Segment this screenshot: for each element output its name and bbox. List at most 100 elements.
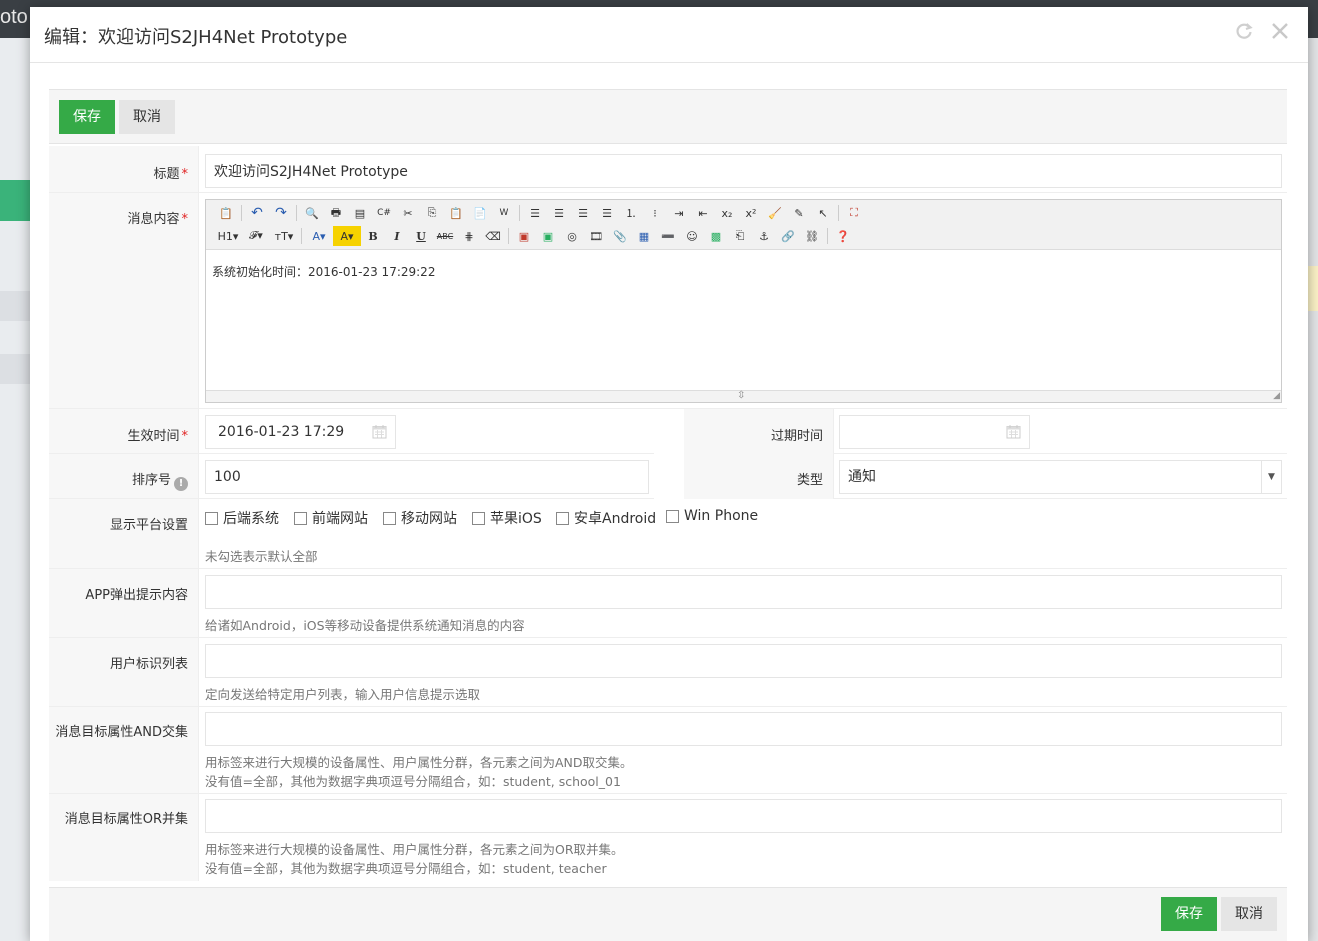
strikethrough-icon[interactable]: ABC <box>433 226 457 246</box>
redo-icon[interactable]: ↷ <box>269 203 293 223</box>
paste-text-icon[interactable]: 📄 <box>468 203 492 223</box>
user-list-input[interactable] <box>205 644 1282 678</box>
checkbox[interactable] <box>294 511 307 525</box>
info-icon[interactable]: ! <box>174 477 188 491</box>
chevron-down-icon[interactable]: ▼ <box>1261 461 1281 493</box>
checkbox[interactable] <box>383 511 396 525</box>
undo-icon[interactable]: ↶ <box>245 203 269 223</box>
emoticon-icon[interactable]: ☺ <box>680 226 704 246</box>
font-family-dropdown[interactable]: 𝓕▾ <box>242 226 270 246</box>
attachment-icon[interactable]: 📎 <box>608 226 632 246</box>
type-label-cell: 类型 <box>684 454 834 499</box>
platform-label: 显示平台设置 <box>109 518 188 533</box>
editor-content[interactable]: 系统初始化时间：2016-01-23 17:29:22 <box>206 251 1281 390</box>
multi-image-icon[interactable]: ▣ <box>536 226 560 246</box>
effective-time-input[interactable]: 2016-01-23 17:29 <box>205 415 396 449</box>
content-label-cell: 消息内容 * <box>49 193 199 408</box>
expire-time-input[interactable] <box>839 415 1030 449</box>
title-label-cell: 标题 * <box>49 146 199 192</box>
eraser-icon[interactable]: ⌫ <box>481 226 505 246</box>
highlight-dropdown[interactable]: A▾ <box>333 226 361 246</box>
platform-checkbox-winphone[interactable]: Win Phone <box>666 508 758 524</box>
and-tags-input[interactable] <box>205 712 1282 746</box>
calendar-icon[interactable] <box>372 424 387 439</box>
clear-format-icon[interactable]: 🧹 <box>763 203 787 223</box>
paste-icon[interactable]: 📋 <box>444 203 468 223</box>
checkbox[interactable] <box>472 511 485 525</box>
platform-checkbox-backend[interactable]: 后端系统 <box>205 508 279 528</box>
unordered-list-icon[interactable]: ⁝ <box>643 203 667 223</box>
required-mark: * <box>181 212 189 227</box>
cancel-button[interactable]: 取消 <box>119 100 175 134</box>
image-icon[interactable]: ▣ <box>512 226 536 246</box>
close-icon[interactable] <box>1268 21 1292 45</box>
platform-checkbox-android[interactable]: 安卓Android <box>556 508 656 528</box>
platform-checkbox-mobile[interactable]: 移动网站 <box>383 508 457 528</box>
media-icon[interactable]: 🎞 <box>584 226 608 246</box>
checkbox[interactable] <box>666 509 679 523</box>
required-mark: * <box>181 167 189 182</box>
app-popup-input[interactable] <box>205 575 1282 609</box>
cancel-button-bottom[interactable]: 取消 <box>1221 897 1277 931</box>
outdent-icon[interactable]: ⇤ <box>691 203 715 223</box>
checkbox-label: 后端系统 <box>223 511 279 527</box>
anchor-icon[interactable]: ⚓ <box>752 226 776 246</box>
resize-handle-icon[interactable]: ⇳ <box>737 390 745 401</box>
save-button-bottom[interactable]: 保存 <box>1161 897 1217 931</box>
help-icon[interactable]: ❓ <box>831 226 855 246</box>
content-row: 消息内容 * 📋 ↶ ↷ 🔍 🖶 ▤ C# ✂ ⎘ 📋 📄 W ☰ ☰ ☰ ☰ … <box>49 193 1287 409</box>
align-justify-icon[interactable]: ☰ <box>595 203 619 223</box>
toolbar-separator <box>508 228 509 244</box>
cursor-icon[interactable]: ↖ <box>811 203 835 223</box>
save-button[interactable]: 保存 <box>59 100 115 134</box>
underline-icon[interactable]: U <box>409 226 433 246</box>
link-icon[interactable]: 🔗 <box>776 226 800 246</box>
align-left-icon[interactable]: ☰ <box>523 203 547 223</box>
resize-corner-icon[interactable]: ◢ <box>1273 391 1280 401</box>
hr-icon[interactable]: ➖ <box>656 226 680 246</box>
platform-checkbox-ios[interactable]: 苹果iOS <box>472 508 542 528</box>
copy-icon[interactable]: ⎘ <box>420 203 444 223</box>
type-select[interactable]: 通知 ▼ <box>839 460 1282 494</box>
calendar-icon[interactable] <box>1006 424 1021 439</box>
map-icon[interactable]: ▩ <box>704 226 728 246</box>
forecolor-dropdown[interactable]: A▾ <box>305 226 333 246</box>
or-tags-label: 消息目标属性OR并集 <box>64 812 188 827</box>
align-right-icon[interactable]: ☰ <box>571 203 595 223</box>
and-tags-hint-example: 没有值=全部，其他为数据字典项逗号分隔组合，如：student, school_… <box>205 774 621 789</box>
superscript-icon[interactable]: x² <box>739 203 763 223</box>
italic-icon[interactable]: I <box>385 226 409 246</box>
subscript-icon[interactable]: x₂ <box>715 203 739 223</box>
align-center-icon[interactable]: ☰ <box>547 203 571 223</box>
user-list-row: 用户标识列表 定向发送给特定用户列表，输入用户信息提示选取 <box>49 638 1287 707</box>
code-icon[interactable]: C# <box>372 203 396 223</box>
source-icon[interactable]: 📋 <box>214 203 238 223</box>
preview-icon[interactable]: 🔍 <box>300 203 324 223</box>
order-label-text: 排序号 <box>131 473 171 488</box>
print-icon[interactable]: 🖶 <box>324 203 348 223</box>
line-height-icon[interactable]: ⋕ <box>457 226 481 246</box>
template-icon[interactable]: ▤ <box>348 203 372 223</box>
refresh-icon[interactable] <box>1232 21 1256 45</box>
bold-icon[interactable]: B <box>361 226 385 246</box>
fullscreen-icon[interactable]: ⛶ <box>842 203 866 223</box>
font-size-dropdown[interactable]: тT▾ <box>270 226 298 246</box>
title-label: 标题 * <box>153 163 188 182</box>
indent-icon[interactable]: ⇥ <box>667 203 691 223</box>
unlink-icon[interactable]: ⛓ <box>800 226 824 246</box>
order-input[interactable] <box>205 460 649 494</box>
cut-icon[interactable]: ✂ <box>396 203 420 223</box>
table-icon[interactable]: ▦ <box>632 226 656 246</box>
flash-icon[interactable]: ◎ <box>560 226 584 246</box>
checkbox[interactable] <box>205 511 218 525</box>
or-tags-input[interactable] <box>205 799 1282 833</box>
paste-word-icon[interactable]: W <box>492 203 516 223</box>
platform-checkbox-frontend[interactable]: 前端网站 <box>294 508 368 528</box>
heading-dropdown[interactable]: H1▾ <box>214 226 242 246</box>
ordered-list-icon[interactable]: ⒈ <box>619 203 643 223</box>
select-all-icon[interactable]: ✎ <box>787 203 811 223</box>
pagebreak-icon[interactable]: ⎗ <box>728 226 752 246</box>
checkbox[interactable] <box>556 511 569 525</box>
order-label-cell: 排序号! <box>49 454 199 498</box>
title-input[interactable] <box>205 154 1282 188</box>
